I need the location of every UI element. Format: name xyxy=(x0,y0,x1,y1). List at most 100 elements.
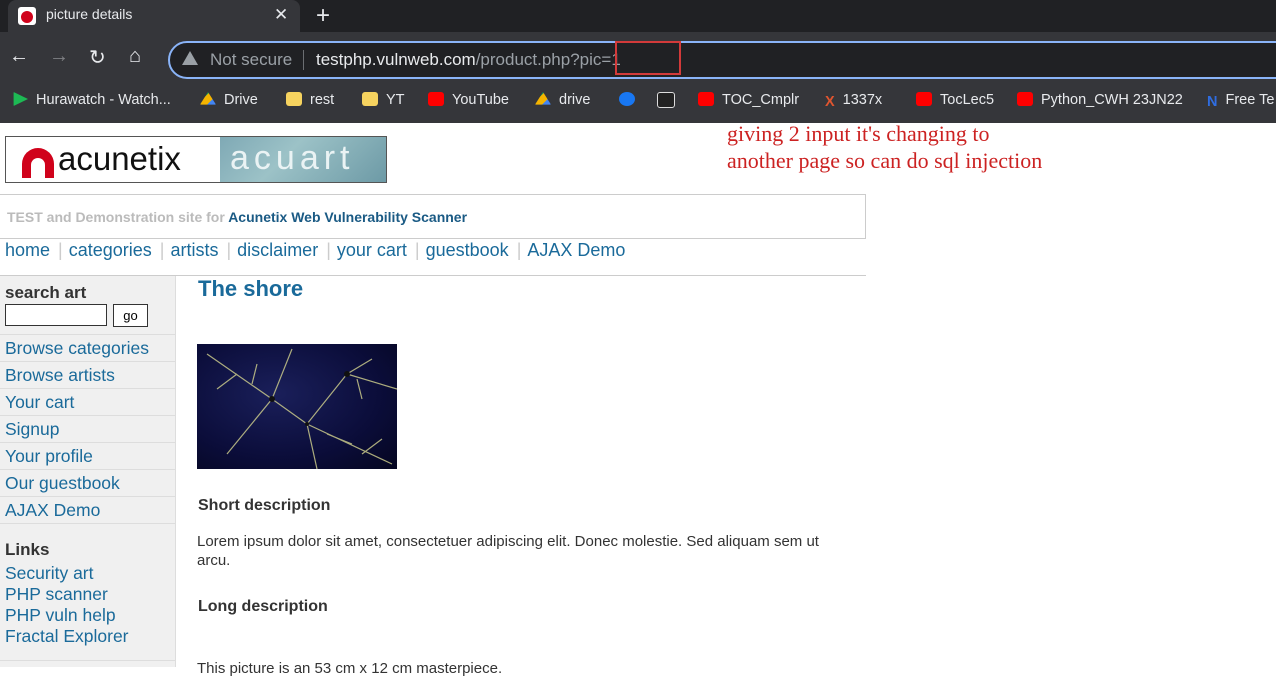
site-logo[interactable]: acunetix acuart xyxy=(5,136,387,183)
link-security-art[interactable]: Security art xyxy=(5,563,94,584)
nav-disclaimer[interactable]: disclaimer xyxy=(237,240,318,260)
link-php-scanner[interactable]: PHP scanner xyxy=(5,584,108,605)
browser-tab[interactable]: picture details ✕ xyxy=(8,0,300,32)
play-icon xyxy=(13,92,28,106)
nav-separator: | xyxy=(226,240,232,260)
100plus-icon xyxy=(657,92,675,108)
sidebar-label: Browse categories xyxy=(5,338,149,358)
nav-separator: | xyxy=(159,240,165,260)
back-arrow-icon[interactable]: ← xyxy=(9,45,29,68)
nav-separator: | xyxy=(58,240,63,260)
sidebar-signup[interactable]: Signup xyxy=(0,415,175,442)
bookmark-drive[interactable]: Drive xyxy=(200,92,258,108)
bookmark-free-te[interactable]: N Free Te xyxy=(1207,92,1274,110)
product-picture[interactable] xyxy=(197,344,397,469)
sidebar-your-profile[interactable]: Your profile xyxy=(0,442,175,469)
bookmark-python-cwh[interactable]: Python_CWH 23JN22 xyxy=(1017,92,1183,108)
bookmark-label: TocLec5 xyxy=(940,92,995,108)
sidebar-label: AJAX Demo xyxy=(5,500,101,520)
bookmark-label: 1337x xyxy=(842,92,883,108)
sidebar-label: Your profile xyxy=(5,446,93,466)
long-description-heading: Long description xyxy=(198,598,328,615)
warning-icon xyxy=(182,51,198,65)
web-page: acunetix acuart giving 2 input it's chan… xyxy=(0,120,1276,677)
short-description-heading: Short description xyxy=(198,497,331,514)
nav-home[interactable]: home xyxy=(5,240,50,260)
sidebar-browse-artists[interactable]: Browse artists xyxy=(0,361,175,388)
bookmark-label: Drive xyxy=(224,92,258,108)
address-bar[interactable]: Not secure testphp.vulnweb.com/product.p… xyxy=(168,41,1276,79)
sidebar-label: Your cart xyxy=(5,392,75,412)
link-fractal-explorer[interactable]: Fractal Explorer xyxy=(5,626,129,647)
bookmarks-bar: Hurawatch - Watch... Drive rest YT YouTu… xyxy=(0,85,1276,123)
tagline-prefix: TEST and Demonstration site for xyxy=(7,209,225,225)
sidebar-label: Browse artists xyxy=(5,365,115,385)
url-text[interactable]: testphp.vulnweb.com/product.php?pic=1 xyxy=(316,50,621,70)
nav-your-cart[interactable]: your cart xyxy=(337,240,407,260)
sidebar-label: Signup xyxy=(5,419,60,439)
new-tab-icon[interactable]: + xyxy=(316,2,330,30)
acunetix-favicon-icon xyxy=(18,7,36,25)
youtube-icon xyxy=(428,92,444,106)
nav-ajax-demo[interactable]: AJAX Demo xyxy=(527,240,625,260)
url-path: /product.php?pic=1 xyxy=(475,50,621,69)
drive-icon xyxy=(535,92,551,105)
bookmark-yt[interactable]: YT xyxy=(362,92,405,108)
sidebar-browse-categories[interactable]: Browse categories xyxy=(0,334,175,361)
bookmark-label: drive xyxy=(559,92,591,108)
sidebar: search art go Browse categories Browse a… xyxy=(0,276,176,667)
bookmark-label: YouTube xyxy=(452,92,509,108)
reload-icon[interactable]: ↻ xyxy=(89,45,106,70)
bookmark-label: rest xyxy=(310,92,335,108)
nav-categories[interactable]: categories xyxy=(69,240,152,260)
bookmark-toclec5[interactable]: TocLec5 xyxy=(916,92,994,108)
site-tagline: TEST and Demonstration site for Acunetix… xyxy=(7,209,467,225)
annotation-line-1: giving 2 input it's changing to xyxy=(727,121,990,146)
sidebar-our-guestbook[interactable]: Our guestbook xyxy=(0,469,175,496)
url-highlight-box xyxy=(615,41,681,75)
bookmark-label: YT xyxy=(386,92,405,108)
bookmark-youtube[interactable]: YouTube xyxy=(428,92,509,108)
close-tab-icon[interactable]: ✕ xyxy=(274,5,288,25)
nav-artists[interactable]: artists xyxy=(170,240,218,260)
search-input[interactable] xyxy=(5,304,107,326)
drive-icon xyxy=(200,92,216,105)
tab-title: picture details xyxy=(46,6,133,22)
folder-icon xyxy=(286,92,302,106)
sidebar-ajax-demo[interactable]: AJAX Demo xyxy=(0,496,175,524)
fractal-image xyxy=(206,348,397,469)
x-icon: X xyxy=(825,94,835,110)
youtube-icon xyxy=(916,92,932,106)
omnibox-divider xyxy=(303,50,304,70)
tagline-brand: Acunetix Web Vulnerability Scanner xyxy=(228,209,468,225)
links-title: Links xyxy=(5,540,50,559)
folder-icon xyxy=(362,92,378,106)
not-secure-label[interactable]: Not secure xyxy=(210,50,292,70)
sidebar-your-cart[interactable]: Your cart xyxy=(0,388,175,415)
bookmark-rest[interactable]: rest xyxy=(286,92,334,108)
link-php-vuln-help[interactable]: PHP vuln help xyxy=(5,605,116,626)
url-host: testphp.vulnweb.com xyxy=(316,50,476,69)
tagline-box: TEST and Demonstration site for Acunetix… xyxy=(0,194,866,239)
screenshot-annotation: giving 2 input it's changing to another … xyxy=(727,120,1042,174)
bookmark-1337x[interactable]: X 1337x xyxy=(825,92,883,110)
search-go-button[interactable]: go xyxy=(113,304,148,327)
bookmark-drive-2[interactable]: drive xyxy=(535,92,590,108)
bookmark-100plus[interactable] xyxy=(657,92,683,110)
sidebar-label: Our guestbook xyxy=(5,473,120,493)
nav-guestbook[interactable]: guestbook xyxy=(426,240,509,260)
acuart-logo: acuart xyxy=(220,137,386,182)
youtube-icon xyxy=(1017,92,1033,106)
facebook-icon xyxy=(619,92,635,106)
home-icon[interactable]: ⌂ xyxy=(129,45,141,68)
bookmark-label: Python_CWH 23JN22 xyxy=(1041,92,1183,108)
bookmark-toc-cmplr[interactable]: TOC_Cmplr xyxy=(698,92,799,108)
nav-separator: | xyxy=(516,240,522,260)
bookmark-label: TOC_Cmplr xyxy=(722,92,800,108)
forward-arrow-icon[interactable]: → xyxy=(49,45,69,68)
youtube-icon xyxy=(698,92,714,106)
acunetix-mark-icon xyxy=(22,148,54,178)
bookmark-hurawatch[interactable]: Hurawatch - Watch... xyxy=(12,92,171,108)
bookmark-facebook[interactable] xyxy=(619,92,643,108)
n-icon: N xyxy=(1207,94,1218,110)
